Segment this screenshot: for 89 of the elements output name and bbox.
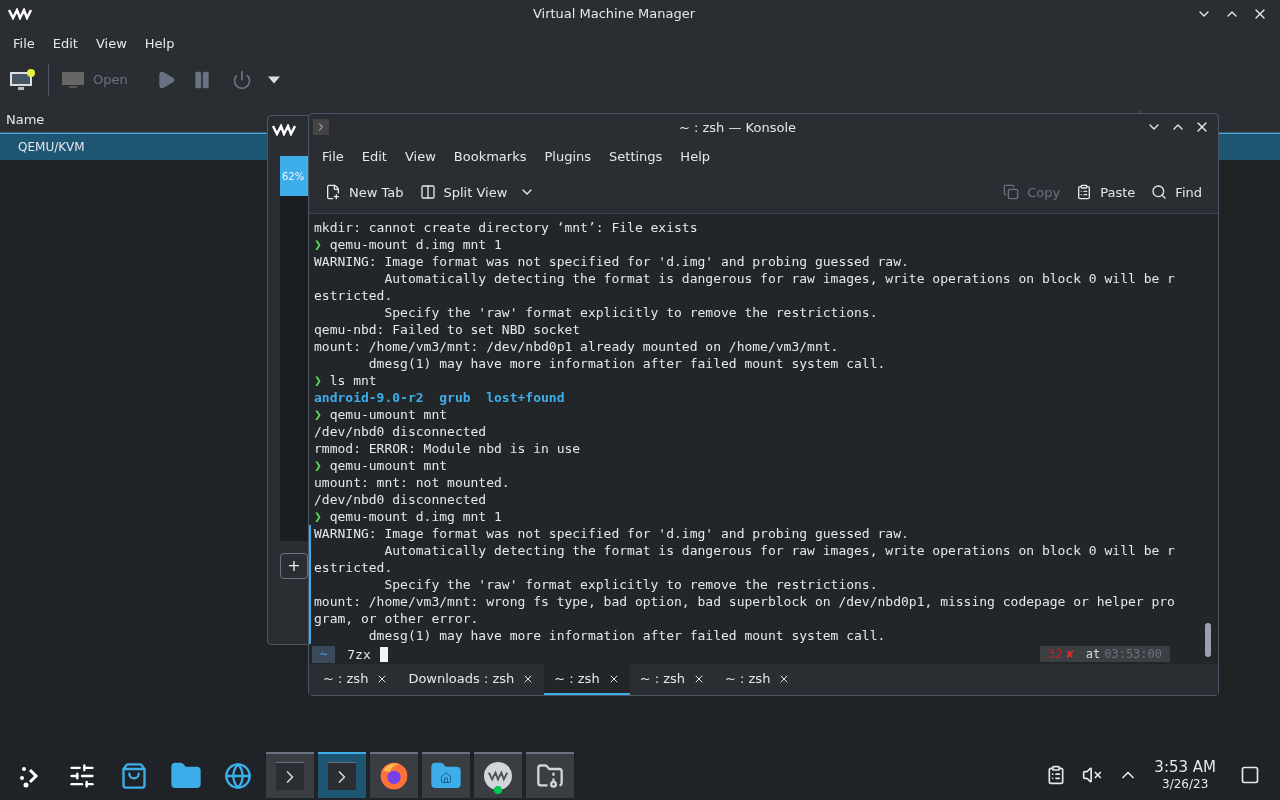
prompt-time: 03:53:00 [1104,645,1162,663]
at-label: at [1085,645,1101,663]
output-line: mount: /home/vm3/mnt: wrong fs type, bad option, bad superblock on /dev/nbd0p1, missing codepage or helper pro [314,594,1175,610]
prompt-symbol: ❯ [314,407,322,423]
prompt-symbol: ❯ [314,509,322,525]
window-title: ~ : zsh — Konsole [677,118,797,137]
menu-item[interactable]: File [313,146,353,167]
taskbar-item[interactable] [370,752,418,798]
muted-speaker-icon[interactable] [1082,765,1103,785]
firefox-icon [378,760,410,792]
output-line: qemu-nbd: Failed to set NBD socket [314,322,581,338]
prompt-directory: ~ [312,645,336,663]
output-line: rmmod: ERROR: Module nbd is in use [314,441,581,457]
directory-name: lost+found [486,390,565,406]
output-line: Automatically detecting the format is dangerous for raw images, write operations on block 0 will be r [383,543,1175,559]
terminal-tab[interactable]: Downloads : zsh [398,664,545,695]
paste-icon [1076,184,1093,201]
output-line: /dev/nbd0 disconnected [314,492,487,508]
taskbar-item[interactable] [474,752,522,798]
sliders-icon [68,762,96,790]
monitor-icon [61,70,85,90]
taskbar-item[interactable] [526,752,574,798]
menu-item[interactable]: Help [671,146,719,167]
output-line: estricted. [314,560,393,576]
menu-item[interactable]: Plugins [535,146,601,167]
terminal-tab[interactable]: ~ : zsh [544,664,630,695]
menu-item[interactable]: Edit [43,34,87,54]
menu-item[interactable]: View [395,146,445,167]
toolbar-button[interactable]: Find [1143,178,1210,207]
terminal-tab[interactable]: ~ : zsh [313,664,399,695]
directory-name: grub [439,390,471,406]
clipboard-icon[interactable] [1046,765,1067,785]
command-text: qemu-mount d.img mnt 1 [329,509,502,525]
prompt-symbol: ❯ [314,373,322,389]
menu-item[interactable]: Bookmarks [444,146,536,167]
prompt-symbol: ❯ [314,237,322,253]
output-line: mkdir: cannot create directory ‘mnt’: File exists [314,220,698,236]
menu-item[interactable]: File [4,34,44,54]
window-title: Virtual Machine Manager [531,5,697,24]
toolbar-button[interactable]: Paste [1068,178,1144,207]
output-line: WARNING: Image format was not specified for 'd.img' and probing guessed raw. [314,526,909,542]
logo-icon [272,124,296,136]
output-line: WARNING: Image format was not specified for 'd.img' and probing guessed raw. [314,254,909,270]
split-view-icon [419,184,436,201]
output-line: /dev/nbd0 disconnected [314,424,487,440]
toolbar-button[interactable]: New Tab [317,178,412,207]
caret-icon[interactable] [267,76,280,84]
terminal-icon [328,762,356,790]
output-line: dmesg(1) may have more information after failed mount system call. [367,628,886,644]
command-text: qemu-umount mnt [329,407,448,423]
command-text: qemu-umount mnt [329,458,448,474]
exit-code: 32 [1048,645,1063,663]
terminal-app-icon [313,119,329,136]
output-line: umount: mnt: not mounted. [314,475,510,491]
menu-item[interactable]: Edit [352,146,396,167]
cursor [379,646,388,662]
power-icon[interactable] [231,70,252,90]
clock-date[interactable]: 3/26/23 [1162,776,1209,792]
menu-item[interactable]: Help [135,34,184,54]
logo-icon [8,8,32,20]
terminal-tab[interactable]: ~ : zsh [629,664,715,695]
copy-icon [1003,184,1020,201]
menu-item[interactable]: View [86,34,136,54]
search-icon [1151,184,1168,201]
globe-icon [224,762,252,790]
command-input[interactable]: 7zx [347,645,371,663]
progress-label: 62% [280,156,310,196]
clock-time[interactable]: 3:53 AM [1154,758,1216,777]
output-line: Specify the 'raw' format explicitly to remove the restrictions. [383,577,878,593]
output-line: dmesg(1) may have more information after failed mount system call. [367,356,886,372]
archive-icon [536,762,564,790]
command-text: qemu-mount d.img mnt 1 [329,237,502,253]
output-line: gram, or other error. [314,611,479,627]
command-text: ls mnt [329,373,377,389]
new-tab-icon [325,184,341,201]
terminal-tab[interactable]: ~ : zsh [715,664,801,695]
toolbar-button[interactable]: Split View [411,178,544,207]
output-line: mount: /home/vm3/mnt: /dev/nbd0p1 already mounted on /home/vm3/mnt. [314,339,839,355]
prompt-symbol: ❯ [314,458,322,474]
output-line: Automatically detecting the format is dangerous for raw images, write operations on block 0 will be r [383,271,1175,287]
new-vm-icon[interactable] [8,68,36,92]
directory-name: android-9.0-r2 [314,390,424,406]
menu-item[interactable]: Settings [600,146,672,167]
output-line: Specify the 'raw' format explicitly to remove the restrictions. [383,305,878,321]
terminal-icon [276,762,304,790]
bag-icon [120,762,148,790]
output-line: estricted. [314,288,393,304]
fail-mark: ✘ [1066,645,1074,663]
show-desktop-icon[interactable] [1240,765,1260,785]
